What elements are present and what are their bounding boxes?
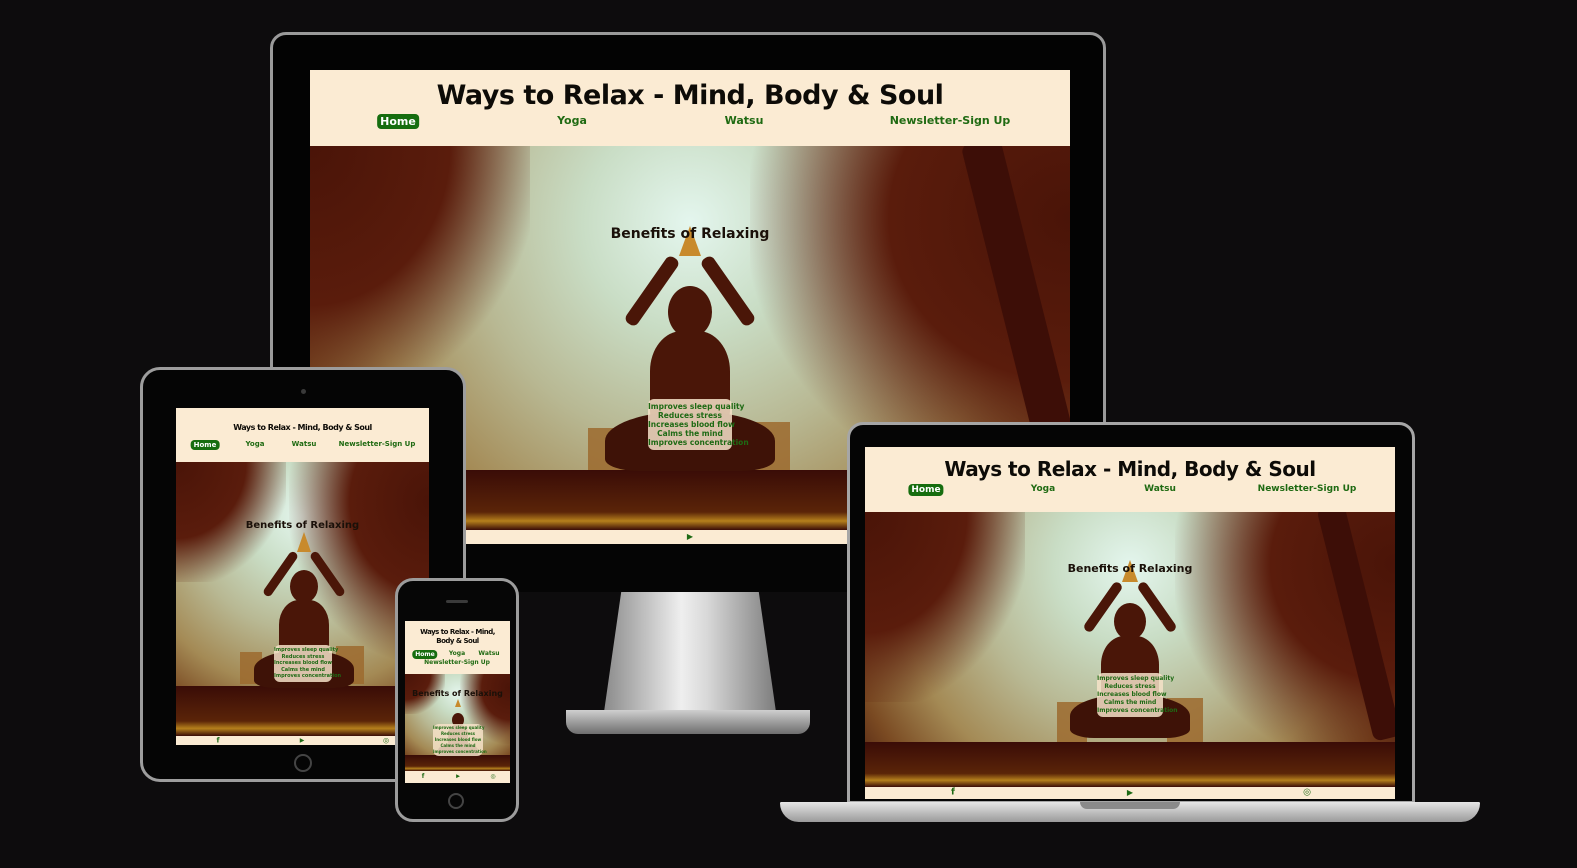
site-title: Ways to Relax - Mind, Body & Soul [233,423,372,432]
instagram-icon[interactable]: ◎ [1303,788,1311,798]
list-item: Improves concentration [274,673,342,679]
meditating-figure [1070,560,1190,745]
tablet-camera [301,389,306,394]
list-item: Increases blood flow [1097,691,1167,698]
tablet-screen: Ways to Relax - Mind, Body & Soul Home Y… [176,408,429,745]
benefits-list: Improves sleep quality Reduces stress In… [274,645,342,682]
nav-yoga[interactable]: Yoga [1031,484,1055,494]
youtube-icon[interactable]: ▶ [1127,789,1133,797]
hero-heading: Benefits of Relaxing [245,520,360,531]
nav-newsletter[interactable]: Newsletter-Sign Up [339,440,416,448]
ground [865,742,1395,787]
nav-newsletter[interactable]: Newsletter-Sign Up [1258,484,1357,494]
nav-newsletter[interactable]: Newsletter-Sign Up [890,114,1011,127]
site-footer: f ▶ ◎ [176,736,429,745]
title-line-2: Body & Soul [436,637,479,645]
benefits-list: Improves sleep quality Reduces stress In… [433,724,487,756]
nav-home[interactable]: Home [190,440,220,450]
facebook-icon[interactable]: f [422,774,425,780]
site-footer: f ▶ ◎ [405,771,510,783]
list-item: Improves concentration [1097,707,1178,714]
site-header: Ways to Relax - Mind, Body & Soul Home Y… [405,621,510,674]
list-item: Improves sleep quality [274,647,339,653]
monitor-stand [604,592,776,712]
nav-newsletter[interactable]: Newsletter-Sign Up [424,659,490,666]
facebook-icon[interactable]: f [951,788,955,798]
phone-home-button[interactable] [448,793,464,809]
tree-left [865,512,1025,702]
youtube-icon[interactable]: ▶ [687,533,693,541]
hero-heading: Benefits of Relaxing [1067,562,1193,575]
site-title: Ways to Relax - Mind, Body & Soul [436,80,944,111]
list-item: Increases blood flow [274,660,332,666]
head [1114,603,1146,640]
hands [297,532,311,552]
hero-image: Benefits of Relaxing Improves sleep qual… [405,674,510,771]
nav-home[interactable]: Home [377,114,419,129]
title-line-1: Ways to Relax - Mind, [420,628,495,636]
ground [176,686,429,736]
nav-yoga[interactable]: Yoga [246,440,265,448]
nav-home[interactable]: Home [412,650,438,659]
phone: Ways to Relax - Mind, Body & Soul Home Y… [395,578,519,822]
list-item: Improves sleep quality [1097,675,1175,682]
hero-image: Benefits of Relaxing Improves sleep qual… [865,512,1395,787]
benefits-list: Improves sleep quality Reduces stress In… [648,399,749,450]
tree-left [310,146,530,396]
instagram-icon[interactable]: ◎ [490,774,495,780]
list-item: Reduces stress [1104,683,1156,690]
hero-heading: Benefits of Relaxing [610,226,770,242]
site-title: Ways to Relax - Mind, Body & Soul [944,457,1316,481]
nav-watsu[interactable]: Watsu [725,114,764,127]
list-item: Improves sleep quality [648,402,745,411]
list-item: Reduces stress [658,411,722,420]
nav-watsu[interactable]: Watsu [292,440,317,448]
instagram-icon[interactable]: ◎ [383,737,389,744]
head [290,570,318,603]
monitor-foot [566,710,810,734]
site-footer: f ▶ ◎ [865,787,1395,799]
nav-yoga[interactable]: Yoga [557,114,587,127]
hands [455,699,461,707]
list-item: Calms the mind [657,429,723,438]
list-item: Calms the mind [1103,699,1157,706]
nav-yoga[interactable]: Yoga [449,650,465,657]
phone-screen: Ways to Relax - Mind, Body & Soul Home Y… [405,621,510,783]
site-title: Ways to Relax - Mind, Body & Soul [405,628,510,646]
nav-watsu[interactable]: Watsu [1144,484,1176,494]
site-header: Ways to Relax - Mind, Body & Soul Home Y… [865,447,1395,512]
hero-image: Benefits of Relaxing Improves sleep qual… [176,462,429,736]
site-header: Ways to Relax - Mind, Body & Soul Home Y… [310,70,1070,146]
list-item: Improves concentration [433,749,487,754]
list-item: Improves concentration [648,438,749,447]
laptop: Ways to Relax - Mind, Body & Soul Home Y… [780,422,1480,834]
phone-speaker [446,600,468,603]
nav-home[interactable]: Home [908,484,944,496]
site-header: Ways to Relax - Mind, Body & Soul Home Y… [176,408,429,462]
youtube-icon[interactable]: ▶ [300,737,305,744]
laptop-notch [1080,802,1180,809]
hero-heading: Benefits of Relaxing [412,689,503,698]
laptop-screen: Ways to Relax - Mind, Body & Soul Home Y… [865,447,1395,799]
tablet-home-button[interactable] [294,754,312,772]
nav-watsu[interactable]: Watsu [478,650,499,657]
youtube-icon[interactable]: ▶ [456,774,460,780]
benefits-list: Improves sleep quality Reduces stress In… [1097,673,1178,717]
list-item: Increases blood flow [648,420,735,429]
facebook-icon[interactable]: f [216,737,219,744]
